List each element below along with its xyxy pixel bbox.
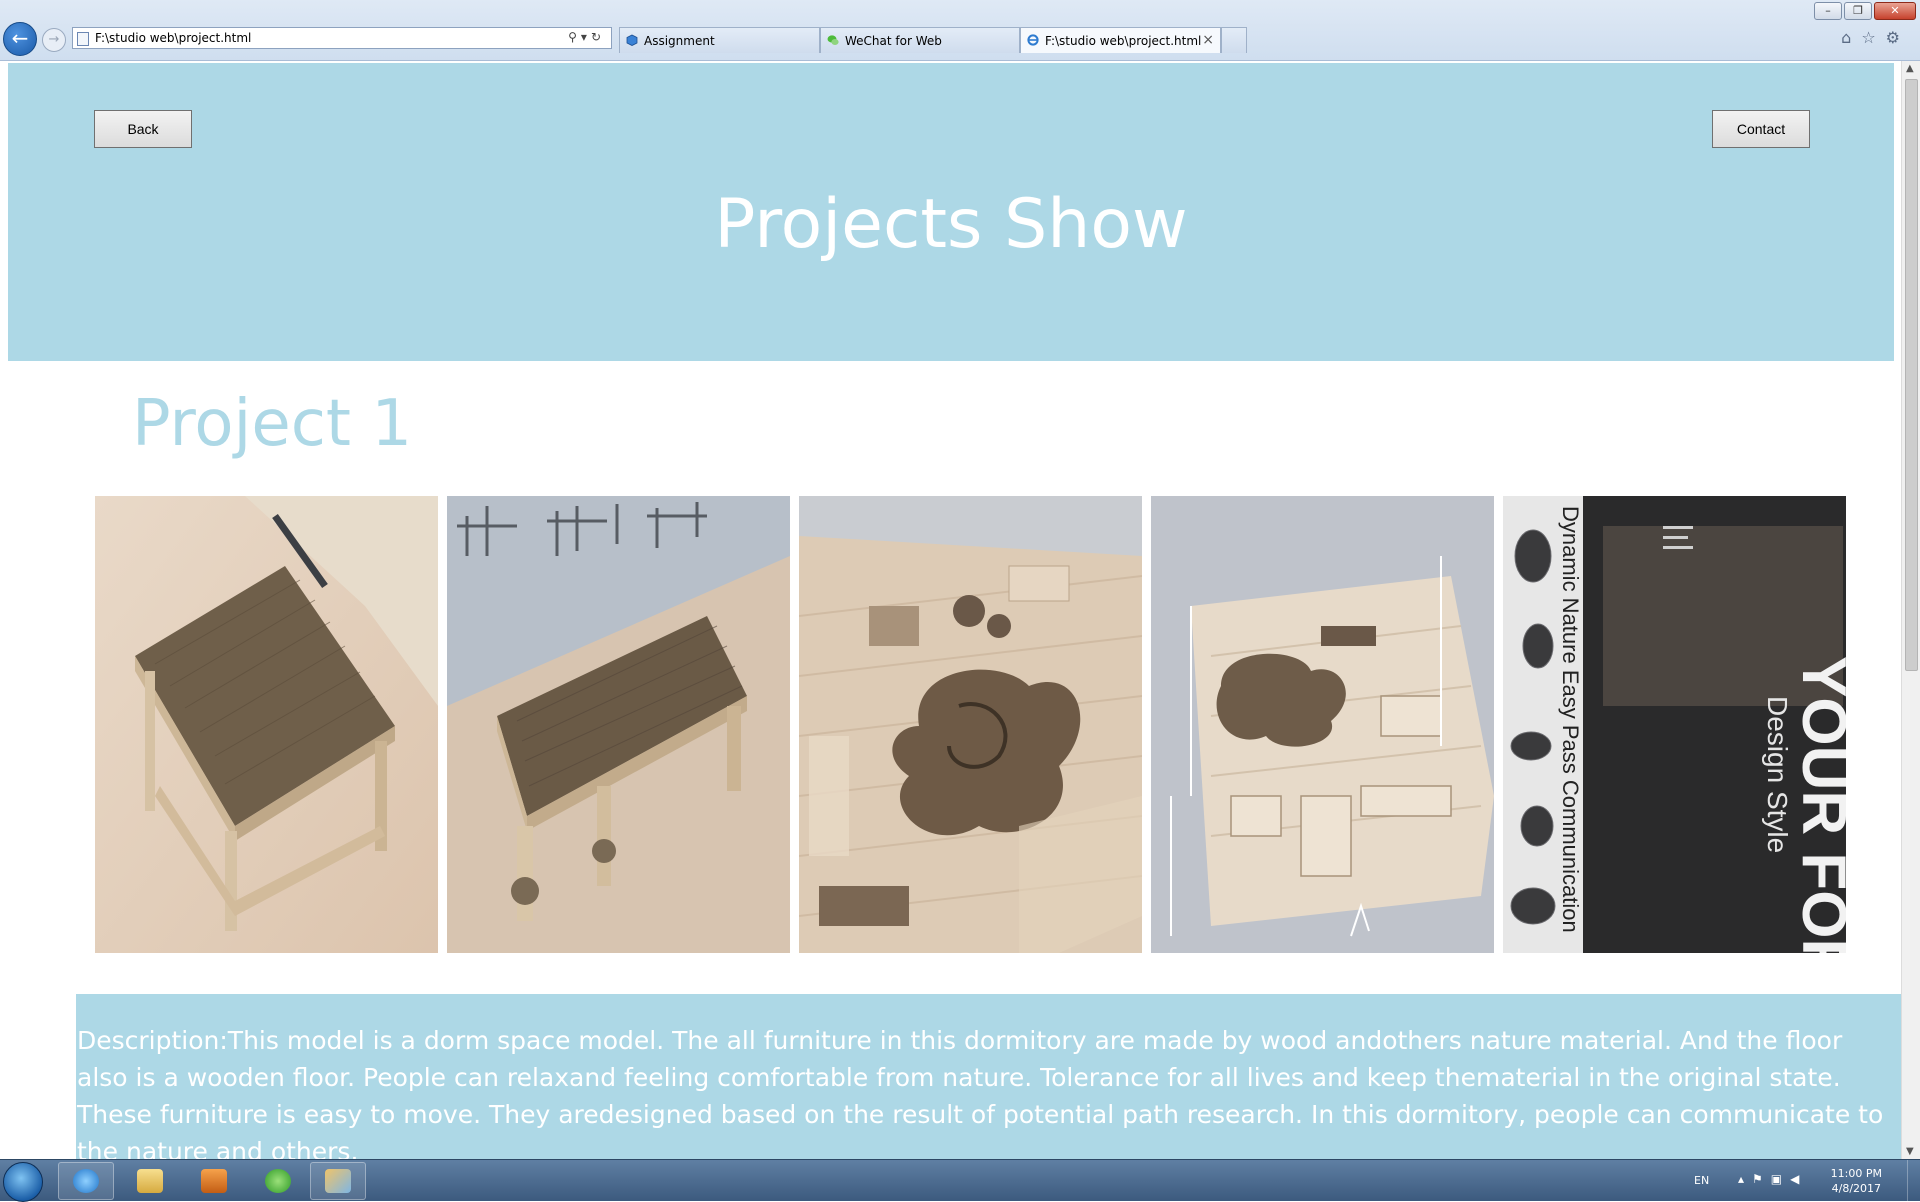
start-button-icon[interactable]	[3, 1162, 43, 1202]
media-player-icon	[201, 1169, 227, 1193]
taskbar: EN ▴⚑▣◀ 11:00 PM 4/8/2017	[0, 1159, 1920, 1202]
clock-date: 4/8/2017	[1831, 1182, 1882, 1195]
show-desktop-button[interactable]	[1907, 1160, 1920, 1201]
wechat-icon	[827, 35, 839, 45]
tab-assignment[interactable]: Assignment	[619, 27, 820, 53]
taskbar-ie-button[interactable]	[58, 1162, 114, 1200]
taskbar-explorer-button[interactable]	[122, 1162, 178, 1200]
language-indicator[interactable]: EN	[1694, 1174, 1709, 1187]
page-viewport: Back Contact Projects Show Project 1 Dyn…	[0, 61, 1902, 1159]
taskbar-sync-button[interactable]	[250, 1162, 306, 1200]
tab-label: F:\studio web\project.html	[1045, 34, 1202, 48]
browser-toolbar: – ❐ ✕ ← → F:\studio web\project.html ⚲▾↻…	[0, 0, 1920, 61]
clock[interactable]: 11:00 PM 4/8/2017	[1831, 1166, 1882, 1196]
system-tray: EN ▴⚑▣◀ 11:00 PM 4/8/2017	[1680, 1160, 1920, 1201]
address-bar[interactable]: F:\studio web\project.html ⚲▾↻	[72, 27, 612, 49]
volume-icon[interactable]: ◀	[1790, 1172, 1807, 1186]
page-title: Projects Show	[714, 185, 1188, 264]
home-icon[interactable]: ⌂	[1841, 28, 1861, 47]
paint-icon	[325, 1169, 351, 1193]
back-button[interactable]: Back	[94, 110, 192, 148]
maximize-button[interactable]: ❐	[1844, 2, 1872, 20]
search-icon[interactable]: ⚲	[568, 30, 581, 44]
new-tab-button[interactable]	[1221, 27, 1247, 53]
poster-headline: YOUR FOREST	[1789, 656, 1846, 953]
flag-icon[interactable]: ⚑	[1752, 1172, 1771, 1186]
forward-arrow-icon[interactable]: →	[42, 28, 66, 52]
poster-photo: Dynamic Nature Easy Pass Communication D…	[1503, 496, 1846, 953]
bench-model-photo	[95, 496, 438, 953]
page-icon	[77, 32, 89, 46]
clock-time: 11:00 PM	[1830, 1167, 1882, 1180]
project-title: Project 1	[132, 387, 413, 461]
close-window-button[interactable]: ✕	[1874, 2, 1916, 20]
tab-close-icon[interactable]: ×	[1202, 32, 1214, 48]
ie-page-icon	[1027, 34, 1039, 46]
scrollbar-thumb[interactable]	[1905, 79, 1918, 671]
window-controls: – ❐ ✕	[1814, 2, 1916, 20]
refresh-icon[interactable]: ↻	[591, 30, 605, 44]
sync-icon	[265, 1169, 291, 1193]
poster-side-text: Dynamic Nature Easy Pass Communication	[1558, 506, 1583, 933]
dorm-model-photo	[799, 496, 1142, 953]
vertical-scrollbar[interactable]: ▲ ▼	[1901, 61, 1920, 1159]
scroll-up-icon[interactable]: ▲	[1906, 63, 1914, 74]
favorites-star-icon[interactable]: ☆	[1861, 28, 1885, 47]
project-description-box: Description:This model is a dorm space m…	[76, 994, 1902, 1159]
tray-icons: ▴⚑▣◀	[1738, 1172, 1807, 1186]
ie-icon	[73, 1169, 99, 1193]
dorm-model-photo	[1151, 496, 1494, 953]
taskbar-media-button[interactable]	[186, 1162, 242, 1200]
address-bar-icons: ⚲▾↻	[568, 30, 605, 44]
tab-wechat[interactable]: WeChat for Web	[820, 27, 1020, 53]
taskbar-paint-button[interactable]	[310, 1162, 366, 1200]
network-icon[interactable]: ▣	[1771, 1172, 1790, 1186]
project-description: Description:This model is a dorm space m…	[77, 1026, 1884, 1159]
poster-subtitle: Design Style	[1762, 696, 1793, 853]
page-header: Back Contact Projects Show	[8, 63, 1894, 361]
tab-project[interactable]: F:\studio web\project.html ×	[1020, 27, 1221, 53]
back-arrow-icon[interactable]: ←	[3, 22, 37, 56]
show-hidden-icon[interactable]: ▴	[1738, 1172, 1752, 1186]
settings-gear-icon[interactable]: ⚙	[1886, 28, 1910, 47]
scroll-down-icon[interactable]: ▼	[1906, 1146, 1914, 1157]
contact-button[interactable]: Contact	[1712, 110, 1810, 148]
bench-model-photo	[447, 496, 790, 953]
cube-icon	[626, 34, 638, 46]
minimize-button[interactable]: –	[1814, 2, 1842, 20]
folder-icon	[137, 1169, 163, 1193]
address-url: F:\studio web\project.html	[95, 31, 252, 45]
tab-label: WeChat for Web	[845, 34, 942, 48]
browser-tools: ⌂☆⚙	[1841, 28, 1910, 47]
dropdown-icon[interactable]: ▾	[581, 30, 591, 44]
tab-label: Assignment	[644, 34, 715, 48]
